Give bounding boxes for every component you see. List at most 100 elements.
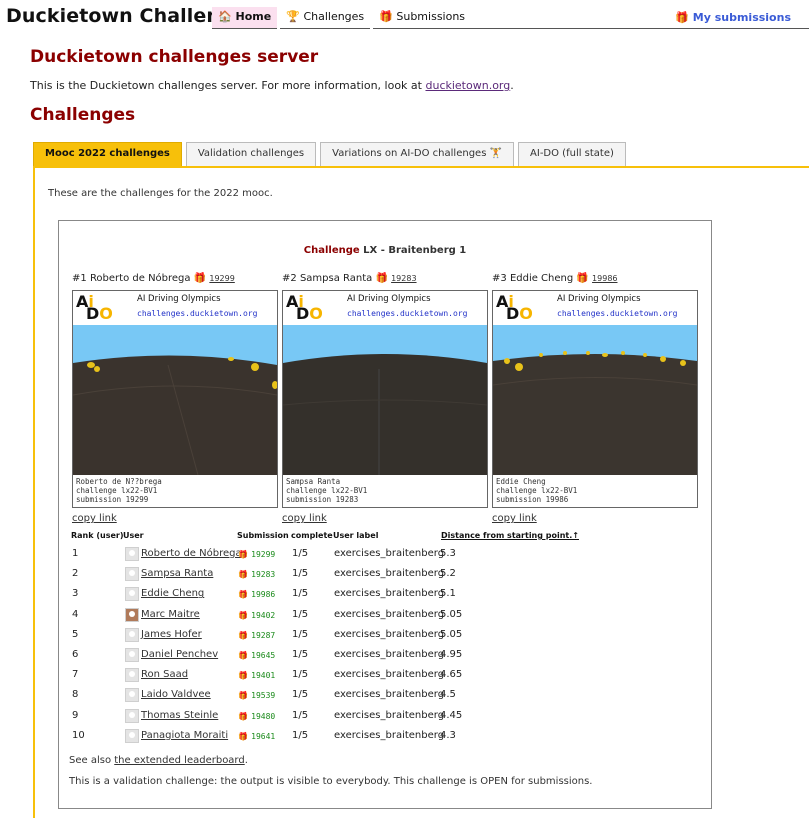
row-submission-link[interactable]: 🎁 19645	[238, 650, 275, 661]
gift-icon: 🎁	[238, 590, 248, 600]
avatar	[125, 688, 139, 703]
row-submission-link[interactable]: 🎁 19401	[238, 670, 275, 681]
top-entry-rank: #3	[492, 273, 507, 284]
top-entry-header: #2 Sampsa Ranta 🎁 19283	[282, 273, 488, 287]
row-user[interactable]: Panagiota Moraiti	[141, 730, 228, 741]
row-submission-link[interactable]: 🎁 19402	[238, 610, 275, 621]
gift-icon: 🎁	[193, 273, 207, 284]
sim-scene	[493, 325, 697, 475]
simulation-video[interactable]: Ai DO AI Driving Olympics challenges.duck…	[72, 290, 278, 508]
row-submission-link[interactable]: 🎁 19283	[238, 569, 275, 580]
challenges-heading: Challenges	[30, 105, 136, 125]
copy-link-1[interactable]: copy link	[72, 513, 117, 524]
see-also: See also the extended leaderboard.	[69, 755, 248, 766]
sim-scene	[283, 325, 487, 475]
copy-link-3[interactable]: copy link	[492, 513, 537, 524]
top-entry-submission[interactable]: 19986	[592, 274, 617, 283]
tab-aido-full-state[interactable]: AI-DO (full state)	[518, 142, 626, 167]
top-entry-submission[interactable]: 19283	[391, 274, 416, 283]
nav-home[interactable]: 🏠 Home	[212, 7, 278, 29]
row-user[interactable]: Roberto de Nóbrega	[141, 548, 242, 559]
table-row: 8 Laido Valdvee 🎁 19539 1/5 exercises_braite…	[68, 687, 568, 707]
row-user[interactable]: Thomas Steinle	[141, 710, 218, 721]
aido-banner: Ai DO AI Driving Olympics challenges.duck…	[73, 291, 277, 325]
tab-mooc-2022[interactable]: Mooc 2022 challenges	[33, 142, 182, 167]
simulation-video[interactable]: Ai DO AI Driving Olympics challenges.duck…	[492, 290, 698, 508]
row-submission: 19641	[251, 731, 276, 741]
row-submission-link[interactable]: 🎁 19480	[238, 711, 275, 722]
row-complete: 1/5	[292, 649, 309, 660]
row-user[interactable]: Ron Saad	[141, 669, 188, 680]
row-user-label: exercises_braitenberg	[334, 649, 445, 660]
row-user-label: exercises_braitenberg	[334, 548, 445, 559]
row-rank: 10	[72, 729, 85, 741]
row-user-label: exercises_braitenberg	[334, 628, 445, 640]
challenge-title-prefix: Challenge	[303, 245, 360, 256]
aido-banner: Ai DO AI Driving Olympics challenges.duck…	[283, 291, 487, 325]
nav-challenges-label: Challenges	[303, 10, 365, 23]
row-distance: 5.1	[440, 588, 456, 600]
intro-suffix: .	[510, 79, 514, 92]
nav-submissions[interactable]: 🎁 Submissions	[373, 7, 472, 29]
avatar	[125, 708, 139, 723]
row-distance: 4.95	[440, 649, 463, 660]
aido-banner: Ai DO AI Driving Olympics challenges.duck…	[493, 291, 697, 325]
caption-line: challenge lx22-BV1	[286, 486, 368, 495]
gift-icon: 🎁	[238, 691, 248, 701]
tab-validation[interactable]: Validation challenges	[185, 142, 317, 167]
row-submission-link[interactable]: 🎁 19299	[238, 549, 275, 560]
video-caption: Roberto de N??brega challenge lx22-BV1 s…	[76, 477, 162, 504]
nav-challenges[interactable]: 🏆 Challenges	[280, 7, 371, 29]
avatar	[125, 567, 139, 582]
row-submission-link[interactable]: 🎁 19986	[238, 589, 275, 600]
my-submissions-link[interactable]: 🎁 My submissions	[675, 11, 791, 24]
col-distance-header[interactable]: Distance from starting point.↑	[441, 531, 579, 540]
tab-variations[interactable]: Variations on AI-DO challenges 🏋	[320, 142, 515, 167]
top-entry-submission[interactable]: 19299	[209, 274, 234, 283]
simulation-video[interactable]: Ai DO AI Driving Olympics challenges.duck…	[282, 290, 488, 508]
extended-leaderboard-link[interactable]: the extended leaderboard	[114, 755, 244, 766]
row-rank: 8	[72, 689, 79, 701]
row-submission-link[interactable]: 🎁 19539	[238, 690, 275, 701]
trophy-icon: 🏆	[286, 10, 300, 23]
row-user[interactable]: Sampsa Ranta	[141, 568, 213, 579]
row-rank: 3	[72, 588, 79, 600]
caption-line: submission 19283	[286, 495, 359, 504]
top-entry-1: #1 Roberto de Nóbrega 🎁 19299 Ai DO AI Dr…	[72, 273, 278, 508]
video-caption: Sampsa Ranta challenge lx22-BV1 submissi…	[286, 477, 367, 504]
top-entry-header: #3 Eddie Cheng 🎁 19986	[492, 273, 698, 287]
top-entry-3: #3 Eddie Cheng 🎁 19986 Ai DO AI Driving O…	[492, 273, 698, 508]
row-user-label: exercises_braitenberg	[334, 588, 445, 600]
challenge-title[interactable]: Challenge LX - Braitenberg 1	[59, 245, 711, 256]
video-caption: Eddie Cheng challenge lx22-BV1 submissio…	[496, 477, 577, 504]
my-submissions-label: My submissions	[692, 11, 791, 24]
avatar	[125, 668, 139, 683]
aido-logo: Ai DO	[496, 292, 533, 323]
top-entry-2: #2 Sampsa Ranta 🎁 19283 Ai DO AI Driving …	[282, 273, 488, 508]
row-user[interactable]: Daniel Penchev	[141, 649, 218, 660]
gift-icon: 🎁	[675, 11, 689, 24]
banner-title: AI Driving Olympics	[347, 294, 431, 304]
row-user[interactable]: Eddie Cheng	[141, 588, 204, 599]
table-row: 7 Ron Saad 🎁 19401 1/5 exercises_braitenberg…	[68, 667, 568, 687]
gift-icon: 🎁	[238, 731, 248, 741]
challenge-card: Challenge LX - Braitenberg 1 #1 Roberto …	[58, 220, 712, 809]
row-submission-link[interactable]: 🎁 19641	[238, 731, 275, 742]
row-user[interactable]: Laido Valdvee	[141, 689, 211, 700]
gift-icon: 🎁	[576, 273, 589, 284]
row-user[interactable]: James Hofer	[141, 629, 202, 640]
row-user[interactable]: Marc Maitre	[141, 609, 200, 620]
sim-scene	[73, 325, 277, 475]
gift-icon: 🎁	[238, 550, 248, 559]
table-row: 9 Thomas Steinle 🎁 19480 1/5 exercises_brait…	[68, 708, 568, 728]
sim-ground	[283, 354, 487, 475]
row-user-label: exercises_braitenberg	[334, 709, 445, 721]
table-row: 4 Marc Maitre 🎁 19402 1/5 exercises_braitenb…	[68, 607, 568, 627]
row-submission-link[interactable]: 🎁 19287	[238, 630, 275, 641]
caption-line: challenge lx22-BV1	[76, 486, 158, 495]
duckietown-link[interactable]: duckietown.org	[425, 79, 510, 92]
row-user-label: exercises_braitenberg	[334, 568, 445, 580]
tab-panel-top-border	[33, 166, 809, 168]
copy-link-2[interactable]: copy link	[282, 513, 327, 524]
row-distance: 4.65	[440, 669, 463, 681]
